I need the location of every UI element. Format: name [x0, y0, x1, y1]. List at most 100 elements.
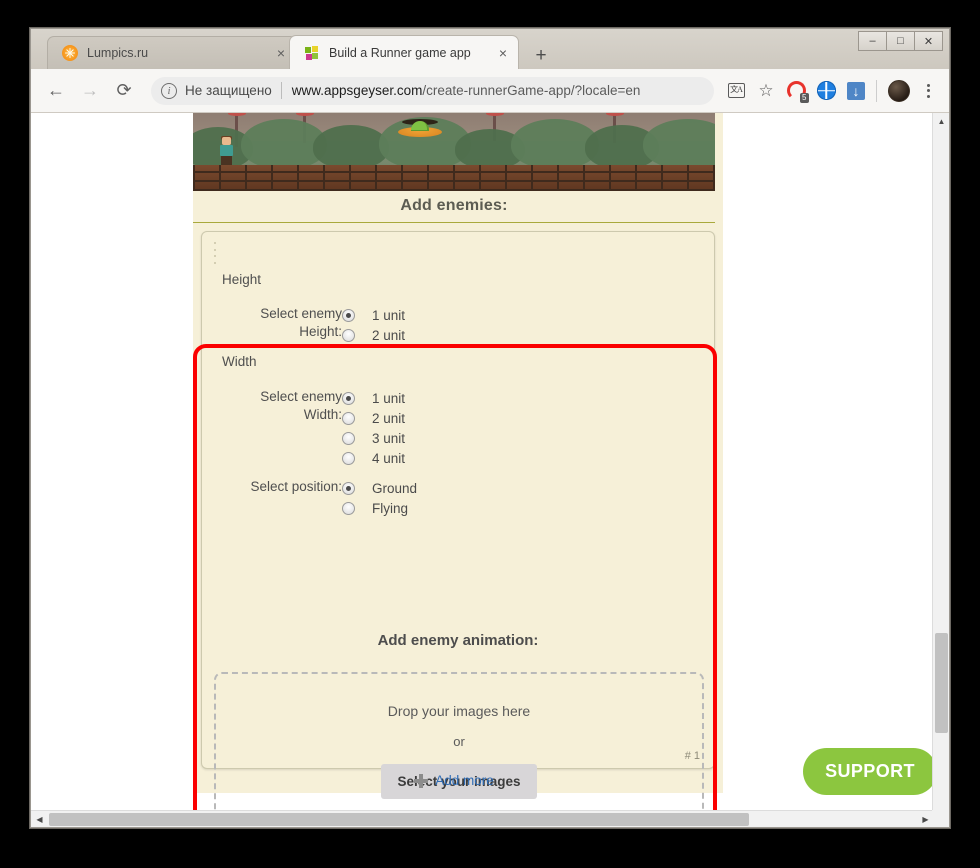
- enemy-config-card: Height Select enemy Height: 1 unit 2 uni…: [201, 231, 715, 827]
- info-icon[interactable]: i: [161, 82, 177, 99]
- dropzone-or-label: or: [453, 734, 465, 749]
- address-bar[interactable]: i Не защищено www.appsgeyser.com/create-…: [151, 76, 714, 105]
- label-line-1: Select position:: [250, 479, 342, 494]
- tab-title: Build a Runner game app: [329, 45, 471, 60]
- radio-label: 3 unit: [372, 430, 406, 446]
- page-content-column: Add enemies: Height Select enemy Height:: [193, 113, 723, 827]
- tab-close-icon[interactable]: ×: [272, 44, 290, 62]
- heading-divider: [193, 222, 715, 223]
- tab-strip: Lumpics.ru × Build a Runner game app × +…: [31, 29, 949, 69]
- translate-icon: 文A: [727, 83, 745, 98]
- maximize-button[interactable]: □: [886, 31, 915, 51]
- back-button[interactable]: ←: [41, 76, 71, 106]
- star-icon: ☆: [758, 80, 774, 100]
- ground-tiles: [193, 165, 715, 191]
- radio-label: Ground: [372, 480, 418, 496]
- page-viewport: Add enemies: Height Select enemy Height:: [31, 113, 949, 827]
- browser-tab-runner-game[interactable]: Build a Runner game app ×: [289, 35, 519, 69]
- minimize-button[interactable]: –: [858, 31, 887, 51]
- radio-group-enemy-width: 1 unit 2 unit 3 unit 4 unit: [342, 388, 405, 468]
- drag-handle-icon[interactable]: [214, 242, 218, 264]
- label-line-1: Select enemy: [260, 389, 342, 404]
- tab-title: Lumpics.ru: [87, 46, 149, 60]
- support-button[interactable]: SUPPORT: [803, 748, 937, 795]
- radio-option-position-flying[interactable]: Flying: [342, 498, 417, 518]
- menu-dot: [926, 94, 930, 98]
- forward-button[interactable]: →: [75, 76, 105, 106]
- game-preview-image: [193, 113, 715, 191]
- player-character-sprite: [219, 136, 235, 167]
- url-text: www.appsgeyser.com/create-runnerGame-app…: [292, 83, 641, 98]
- radio-label: 1 unit: [372, 307, 406, 323]
- toolbar-divider: [876, 79, 877, 102]
- radio-input[interactable]: [342, 451, 355, 465]
- page-title: Add enemies:: [400, 197, 508, 214]
- scrollbar-corner: [932, 810, 949, 827]
- label-line-2: Height:: [299, 324, 342, 339]
- radio-group-enemy-position: Ground Flying: [342, 478, 417, 518]
- extension-download-button[interactable]: [842, 77, 870, 105]
- avatar: [888, 79, 910, 102]
- scroll-left-arrow-icon[interactable]: ◀: [31, 811, 48, 827]
- radio-option-width-1-unit[interactable]: 1 unit: [342, 388, 405, 408]
- bookmark-button[interactable]: ☆: [752, 77, 780, 105]
- browser-toolbar: ← → ⟳ i Не защищено www.appsgeyser.com/c…: [31, 69, 949, 113]
- add-more-link[interactable]: Add more: [193, 773, 715, 788]
- group-label-width: Width: [222, 354, 257, 369]
- radio-option-height-1-unit[interactable]: 1 unit: [342, 305, 405, 325]
- security-status-text: Не защищено: [185, 83, 272, 98]
- extension-badge-count: 5: [800, 93, 809, 103]
- radio-option-width-2-unit[interactable]: 2 unit: [342, 408, 405, 428]
- radio-option-width-3-unit[interactable]: 3 unit: [342, 428, 405, 448]
- radio-option-height-2-unit[interactable]: 2 unit: [342, 325, 405, 345]
- reload-button[interactable]: ⟳: [109, 76, 139, 106]
- radio-option-width-4-unit[interactable]: 4 unit: [342, 448, 405, 468]
- extension-globe-button[interactable]: [812, 77, 840, 105]
- vertical-scrollbar[interactable]: ▲ ▼: [932, 113, 949, 827]
- browser-window: Lumpics.ru × Build a Runner game app × +…: [30, 28, 950, 828]
- animation-section-heading: Add enemy animation:: [377, 632, 539, 649]
- url-host: www.appsgeyser.com: [291, 83, 423, 98]
- horizontal-scrollbar[interactable]: ◀ ▶: [31, 810, 949, 827]
- radio-input[interactable]: [342, 431, 355, 445]
- extension-opera-button[interactable]: 5: [782, 77, 810, 105]
- radio-input[interactable]: [342, 328, 355, 342]
- close-window-button[interactable]: ✕: [914, 31, 943, 51]
- radio-label: Flying: [372, 500, 409, 516]
- url-path: /create-runnerGame-app/?locale=en: [422, 83, 641, 98]
- orange-circle-favicon-icon: [62, 45, 78, 61]
- new-tab-button[interactable]: +: [527, 43, 555, 69]
- radio-input[interactable]: [342, 391, 355, 405]
- radio-label: 2 unit: [372, 327, 406, 343]
- profile-button[interactable]: [885, 77, 913, 105]
- tab-close-icon[interactable]: ×: [494, 44, 512, 62]
- radio-label: 1 unit: [372, 390, 406, 406]
- dropzone-title: Drop your images here: [387, 703, 531, 719]
- card-index-label: # 1: [684, 750, 700, 762]
- add-more-label: Add more: [435, 773, 494, 788]
- radio-input[interactable]: [342, 501, 355, 515]
- scroll-up-arrow-icon[interactable]: ▲: [933, 113, 949, 130]
- window-controls: – □ ✕: [858, 31, 943, 51]
- translate-button[interactable]: 文A: [722, 77, 750, 105]
- group-label-height: Height: [222, 272, 262, 287]
- radio-option-position-ground[interactable]: Ground: [342, 478, 417, 498]
- vertical-scrollbar-thumb[interactable]: [935, 633, 948, 733]
- omnibox-divider: [280, 82, 282, 99]
- radio-input[interactable]: [342, 411, 355, 425]
- field-label-enemy-height: Select enemy Height:: [208, 305, 342, 341]
- label-line-1: Select enemy: [260, 306, 342, 321]
- browser-tab-lumpics[interactable]: Lumpics.ru ×: [47, 36, 297, 69]
- radio-label: 2 unit: [372, 410, 406, 426]
- horizontal-scrollbar-thumb[interactable]: [49, 813, 749, 826]
- browser-menu-button[interactable]: [917, 83, 939, 98]
- download-arrow-icon: [847, 81, 865, 100]
- image-dropzone[interactable]: Drop your images here or Select your ima…: [214, 672, 704, 827]
- opera-ring-icon: 5: [786, 81, 809, 103]
- radio-input[interactable]: [342, 481, 355, 495]
- radio-label: 4 unit: [372, 450, 406, 466]
- globe-icon: [816, 81, 836, 100]
- field-label-select-position: Select position:: [208, 478, 342, 496]
- radio-input[interactable]: [342, 308, 355, 322]
- menu-dot: [926, 89, 930, 92]
